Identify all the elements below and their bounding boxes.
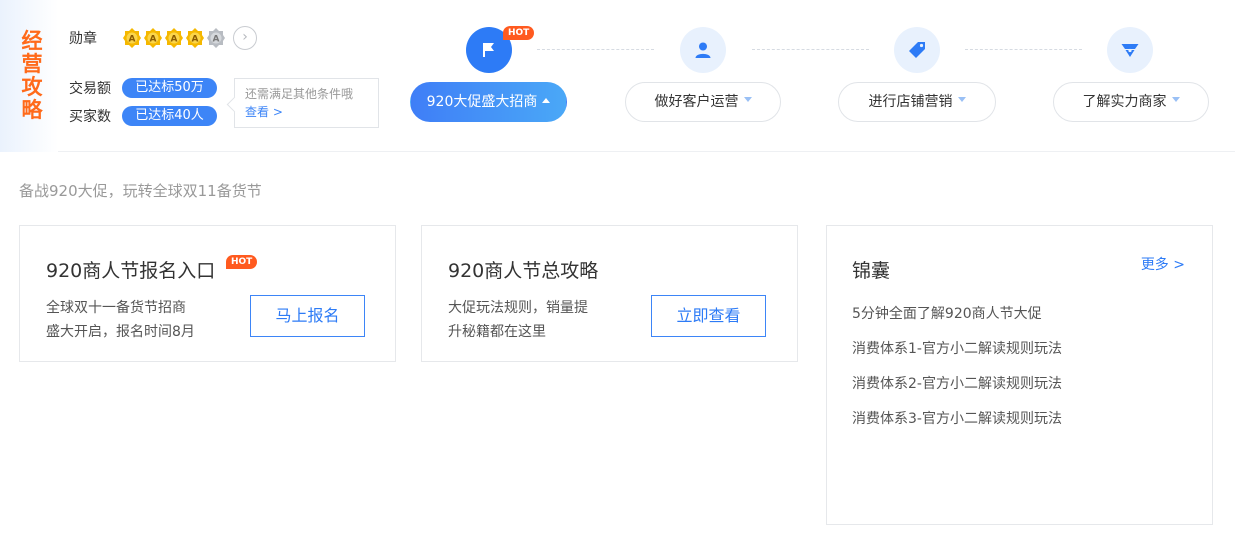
step-icon-circle-4[interactable]	[1107, 27, 1153, 73]
step-button-merchant[interactable]: 了解实力商家	[1053, 82, 1209, 122]
metric-label-trade: 交易额	[69, 81, 111, 97]
caret-down-icon	[957, 96, 966, 102]
metric-label-buyers: 买家数	[69, 109, 111, 125]
caret-down-icon	[1171, 96, 1180, 102]
card-description: 大促玩法规则，销量提 升秘籍都在这里	[448, 296, 588, 344]
card-title: 920商人节报名入口	[46, 260, 216, 282]
step-connector	[965, 49, 1082, 50]
svg-text:A: A	[171, 35, 178, 45]
step-icon-circle-2[interactable]	[680, 27, 726, 73]
card-description: 全球双十一备货节招商 盛大开启，报名时间8月	[46, 296, 195, 344]
section-title: 备战920大促，玩转全球双11备货节	[19, 182, 262, 200]
step-button-customer[interactable]: 做好客户运营	[625, 82, 781, 122]
condition-tooltip: 还需满足其他条件哦 查看 >	[234, 78, 379, 128]
signup-card: 920商人节报名入口 HOT 全球双十一备货节招商 盛大开启，报名时间8月 马上…	[19, 225, 396, 362]
step-connector	[752, 49, 869, 50]
medal-label: 勋章	[69, 31, 97, 47]
medal-badge-icon: A	[122, 27, 142, 49]
hot-badge: HOT	[503, 26, 535, 40]
step-connector	[537, 49, 654, 50]
tooltip-view-link[interactable]: 查看 >	[245, 103, 368, 121]
card-desc-line: 盛大开启，报名时间8月	[46, 324, 195, 340]
flag-icon	[483, 43, 494, 57]
medal-badge-icon: A	[164, 27, 184, 49]
user-icon	[695, 42, 711, 58]
tooltip-text: 还需满足其他条件哦	[245, 87, 354, 101]
card-desc-line: 全球双十一备货节招商	[46, 300, 186, 316]
more-link[interactable]: 更多 >	[1141, 254, 1185, 274]
hot-badge: HOT	[226, 255, 258, 269]
medal-badge-icon: A	[185, 27, 205, 49]
signup-button[interactable]: 马上报名	[250, 295, 365, 337]
step-button-marketing[interactable]: 进行店铺营销	[838, 82, 996, 122]
svg-text:A: A	[129, 35, 136, 45]
status-badge-trade: 已达标50万	[122, 78, 217, 98]
side-title: 经营攻略	[21, 29, 43, 122]
step-button-label: 了解实力商家	[1082, 94, 1167, 110]
tips-panel: 锦囊 更多 > 5分钟全面了解920商人节大促 消费体系1-官方小二解读规则玩法…	[826, 225, 1213, 525]
step-button-label: 920大促盛大招商	[426, 94, 538, 110]
card-desc-line: 大促玩法规则，销量提	[448, 300, 588, 316]
strategy-header: 经营攻略 勋章 A A A A A › 交易额 已达标50万 买家数 已达标40…	[0, 0, 1235, 152]
medal-badge-icon: A	[143, 27, 163, 49]
tip-item[interactable]: 消费体系2-官方小二解读规则玩法	[852, 373, 1062, 393]
step-button-promo[interactable]: 920大促盛大招商	[410, 82, 567, 122]
side-title-panel: 经营攻略	[0, 0, 58, 152]
view-now-button[interactable]: 立即查看	[651, 295, 766, 337]
svg-text:A: A	[150, 35, 157, 45]
card-desc-line: 升秘籍都在这里	[448, 324, 546, 340]
strategy-card: 920商人节总攻略 大促玩法规则，销量提 升秘籍都在这里 立即查看	[421, 225, 798, 362]
crown-icon	[1121, 44, 1139, 57]
step-button-label: 进行店铺营销	[868, 94, 953, 110]
card-title: 920商人节总攻略	[448, 260, 599, 282]
tip-item[interactable]: 消费体系3-官方小二解读规则玩法	[852, 408, 1062, 428]
step-button-label: 做好客户运营	[654, 94, 739, 110]
svg-text:A: A	[213, 35, 220, 45]
caret-up-icon	[542, 97, 551, 103]
status-badge-buyers: 已达标40人	[122, 106, 217, 126]
tips-title: 锦囊	[852, 260, 891, 282]
tip-item[interactable]: 消费体系1-官方小二解读规则玩法	[852, 338, 1062, 358]
step-icon-circle-3[interactable]	[894, 27, 940, 73]
tag-icon	[909, 42, 925, 58]
chevron-right-icon[interactable]: ›	[233, 26, 257, 50]
caret-down-icon	[743, 96, 752, 102]
svg-text:A: A	[192, 35, 199, 45]
medal-badge-locked-icon: A	[206, 27, 226, 49]
tip-item[interactable]: 5分钟全面了解920商人节大促	[852, 303, 1042, 323]
